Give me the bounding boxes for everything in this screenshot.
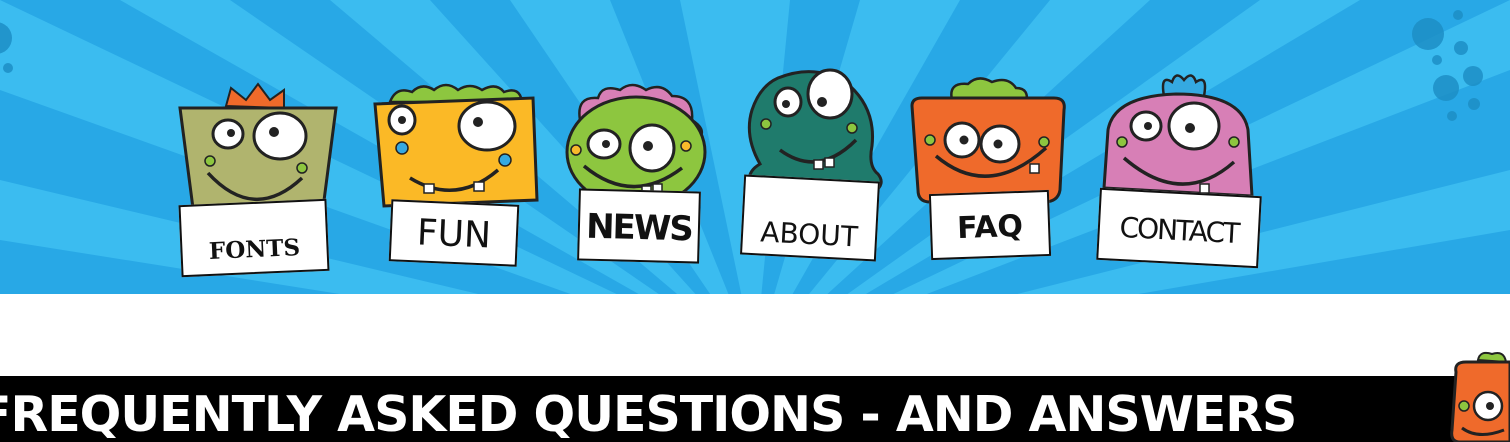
faq-banner: FREQUENTLY ASKED QUESTIONS - AND ANSWERS bbox=[0, 376, 1510, 442]
main-navigation: FONTS FUN NEWS ABOUT FAQ CONTACT bbox=[0, 0, 1510, 294]
nav-item-faq[interactable]: FAQ bbox=[908, 77, 1070, 263]
orange-monster-corner-icon bbox=[1450, 351, 1510, 442]
nav-label-faq: FAQ bbox=[928, 189, 1052, 261]
nav-label-about: ABOUT bbox=[739, 174, 881, 262]
nav-label-contact: CONTACT bbox=[1096, 187, 1262, 269]
page-title: FREQUENTLY ASKED QUESTIONS - AND ANSWERS bbox=[0, 386, 1297, 442]
nav-label-fun: FUN bbox=[388, 199, 520, 267]
nav-item-about[interactable]: ABOUT bbox=[738, 66, 888, 264]
nav-label-news: NEWS bbox=[577, 188, 701, 264]
nav-item-fonts[interactable]: FONTS bbox=[176, 78, 340, 283]
site-header: FONTS FUN NEWS ABOUT FAQ CONTACT bbox=[0, 0, 1510, 294]
nav-label-fonts: FONTS bbox=[178, 198, 330, 278]
nav-item-fun[interactable]: FUN bbox=[372, 80, 539, 270]
nav-item-contact[interactable]: CONTACT bbox=[1096, 68, 1264, 270]
nav-item-news[interactable]: NEWS bbox=[562, 80, 710, 265]
